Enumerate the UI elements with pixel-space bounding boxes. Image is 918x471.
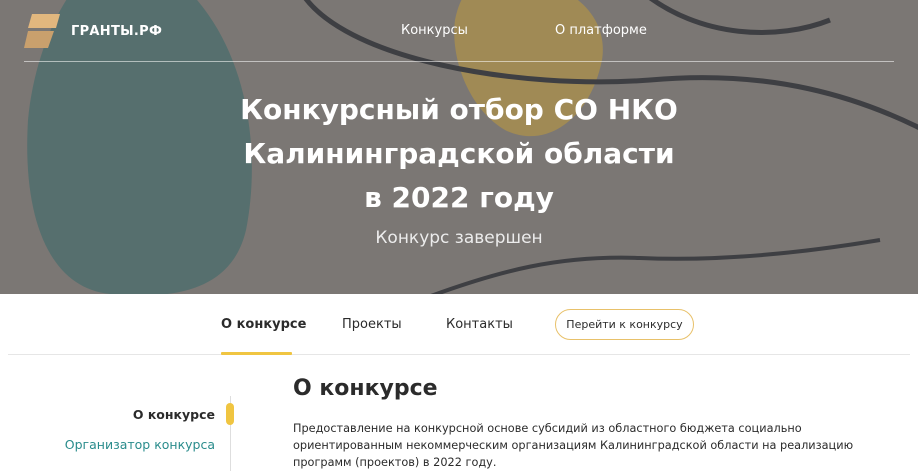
contest-tabs: О конкурсе Проекты Контакты Перейти к ко… (8, 295, 910, 355)
logo-text: ГРАНТЫ.РФ (71, 23, 163, 39)
tab-projects[interactable]: Проекты (342, 317, 402, 332)
section-title: О конкурсе (293, 376, 438, 401)
page-title: Конкурсный отбор СО НКО Калининградской … (0, 88, 918, 220)
go-to-contest-button[interactable]: Перейти к конкурсу (555, 309, 694, 340)
logo-icon (24, 14, 60, 48)
dark-curve-3 (430, 238, 881, 294)
page-title-line-3: в 2022 году (364, 181, 554, 214)
active-tab-indicator (221, 352, 292, 355)
section-description: Предоставление на конкурсной основе субс… (293, 422, 854, 469)
contest-status: Конкурс завершен (375, 228, 543, 248)
sidebar-item-about-contest[interactable]: О конкурсе (133, 407, 215, 422)
page-title-line-2: Калининградской области (243, 137, 675, 170)
sidebar-active-marker (226, 403, 234, 425)
tab-about-contest[interactable]: О конкурсе (221, 317, 306, 332)
sidebar-item-organizer[interactable]: Организатор конкурса (65, 437, 215, 452)
site-header: ГРАНТЫ.РФ Конкурсы О платформе (24, 0, 894, 62)
nav-contests-link[interactable]: Конкурсы (401, 23, 468, 38)
logo-link[interactable]: ГРАНТЫ.РФ (24, 12, 162, 50)
nav-about-platform-link[interactable]: О платформе (555, 23, 647, 38)
page-title-line-1: Конкурсный отбор СО НКО (240, 93, 678, 126)
hero-banner: ГРАНТЫ.РФ Конкурсы О платформе Конкурсны… (0, 0, 918, 294)
tab-contacts[interactable]: Контакты (446, 317, 513, 332)
